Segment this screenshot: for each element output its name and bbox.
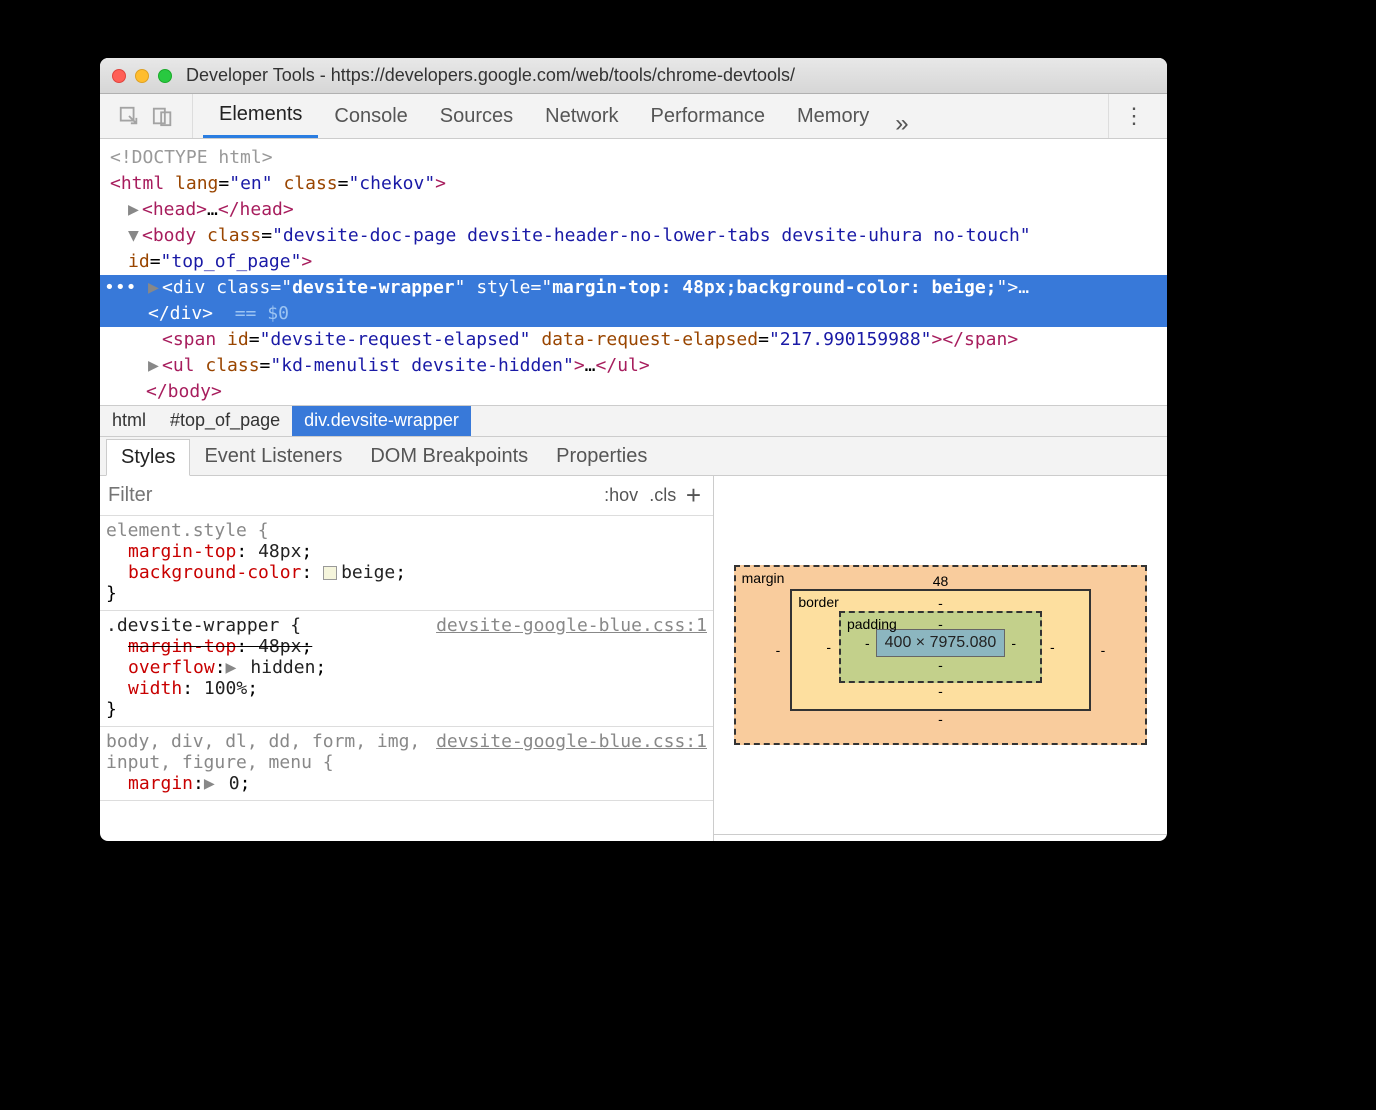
panel-tabs: Elements Console Sources Network Perform… xyxy=(192,94,1108,138)
showall-checkbox[interactable]: ✓ xyxy=(1055,841,1075,842)
subtab-properties[interactable]: Properties xyxy=(542,439,661,475)
rule-element-style[interactable]: element.style { margin-top: 48px; backgr… xyxy=(100,516,713,611)
doctype-node[interactable]: <!DOCTYPE html> xyxy=(110,145,1157,171)
margin-top-value[interactable]: 48 xyxy=(776,573,1106,589)
close-icon[interactable] xyxy=(112,69,126,83)
color-swatch-icon[interactable] xyxy=(323,566,337,580)
rule-body-etc[interactable]: devsite-google-blue.css:1 body, div, dl,… xyxy=(100,727,713,801)
selected-node[interactable]: •••▶<div class="devsite-wrapper" style="… xyxy=(100,275,1167,327)
body-node-cont: id="top_of_page"> xyxy=(110,249,1157,275)
span-node[interactable]: <span id="devsite-request-elapsed" data-… xyxy=(110,327,1157,353)
margin-label: margin xyxy=(742,570,785,586)
hov-toggle[interactable]: :hov xyxy=(604,485,638,506)
breadcrumb: html #top_of_page div.devsite-wrapper xyxy=(100,405,1167,437)
styles-filter-input[interactable] xyxy=(108,484,604,507)
main-toolbar: Elements Console Sources Network Perform… xyxy=(100,94,1167,139)
head-node[interactable]: ▶<head>…</head> xyxy=(110,197,1157,223)
tab-sources[interactable]: Sources xyxy=(424,94,529,138)
device-toggle-icon[interactable] xyxy=(152,105,174,127)
box-model[interactable]: margin 48 - border - - padding - xyxy=(714,476,1167,834)
ul-node[interactable]: ▶<ul class="kd-menulist devsite-hidden">… xyxy=(110,353,1157,379)
crumb-body[interactable]: #top_of_page xyxy=(158,406,292,436)
content-size[interactable]: 400 × 7975.080 xyxy=(876,629,1006,657)
source-link[interactable]: devsite-google-blue.css:1 xyxy=(436,731,707,752)
showall-label[interactable]: Show all xyxy=(1081,839,1157,841)
padding-label: padding xyxy=(847,616,897,632)
subtab-event-listeners[interactable]: Event Listeners xyxy=(190,439,356,475)
html-node[interactable]: <html lang="en" class="chekov"> xyxy=(110,171,1157,197)
tab-network[interactable]: Network xyxy=(529,94,634,138)
body-close-node[interactable]: </body> xyxy=(110,379,1157,405)
tab-memory[interactable]: Memory xyxy=(781,94,885,138)
computed-filter-label[interactable]: Filter xyxy=(724,839,1055,841)
zoom-icon[interactable] xyxy=(158,69,172,83)
window-title: Developer Tools - https://developers.goo… xyxy=(186,65,795,86)
styles-filter-bar: :hov .cls + xyxy=(100,476,713,516)
tab-performance[interactable]: Performance xyxy=(635,94,782,138)
dollar-zero: == $0 xyxy=(235,303,289,324)
styles-subtabs: Styles Event Listeners DOM Breakpoints P… xyxy=(100,437,1167,476)
cls-toggle[interactable]: .cls xyxy=(649,485,676,506)
crumb-html[interactable]: html xyxy=(100,406,158,436)
titlebar: Developer Tools - https://developers.goo… xyxy=(100,58,1167,94)
rule-devsite-wrapper[interactable]: devsite-google-blue.css:1 .devsite-wrapp… xyxy=(100,611,713,727)
kebab-menu-icon[interactable]: ⋮ xyxy=(1108,94,1159,138)
styles-panel: :hov .cls + element.style { margin-top: … xyxy=(100,476,714,841)
computed-filter-bar: Filter ✓ Show all xyxy=(714,834,1167,841)
body-node[interactable]: ▼<body class="devsite-doc-page devsite-h… xyxy=(110,223,1157,249)
computed-panel: margin 48 - border - - padding - xyxy=(714,476,1167,841)
devtools-window: Developer Tools - https://developers.goo… xyxy=(100,58,1167,841)
lower-panels: :hov .cls + element.style { margin-top: … xyxy=(100,476,1167,841)
crumb-selected[interactable]: div.devsite-wrapper xyxy=(292,406,471,436)
minimize-icon[interactable] xyxy=(135,69,149,83)
dom-tree[interactable]: <!DOCTYPE html> <html lang="en" class="c… xyxy=(100,139,1167,405)
subtab-styles[interactable]: Styles xyxy=(106,439,190,476)
subtab-dom-breakpoints[interactable]: DOM Breakpoints xyxy=(356,439,542,475)
new-rule-icon[interactable]: + xyxy=(682,480,705,511)
source-link[interactable]: devsite-google-blue.css:1 xyxy=(436,615,707,636)
traffic-lights xyxy=(112,69,172,83)
tab-elements[interactable]: Elements xyxy=(203,94,318,138)
border-label: border xyxy=(798,594,838,610)
inspect-icon[interactable] xyxy=(118,105,140,127)
tab-console[interactable]: Console xyxy=(318,94,423,138)
selector-text: element.style { xyxy=(106,520,707,541)
styles-rules[interactable]: element.style { margin-top: 48px; backgr… xyxy=(100,516,713,801)
more-tabs-icon[interactable]: » xyxy=(885,110,918,138)
